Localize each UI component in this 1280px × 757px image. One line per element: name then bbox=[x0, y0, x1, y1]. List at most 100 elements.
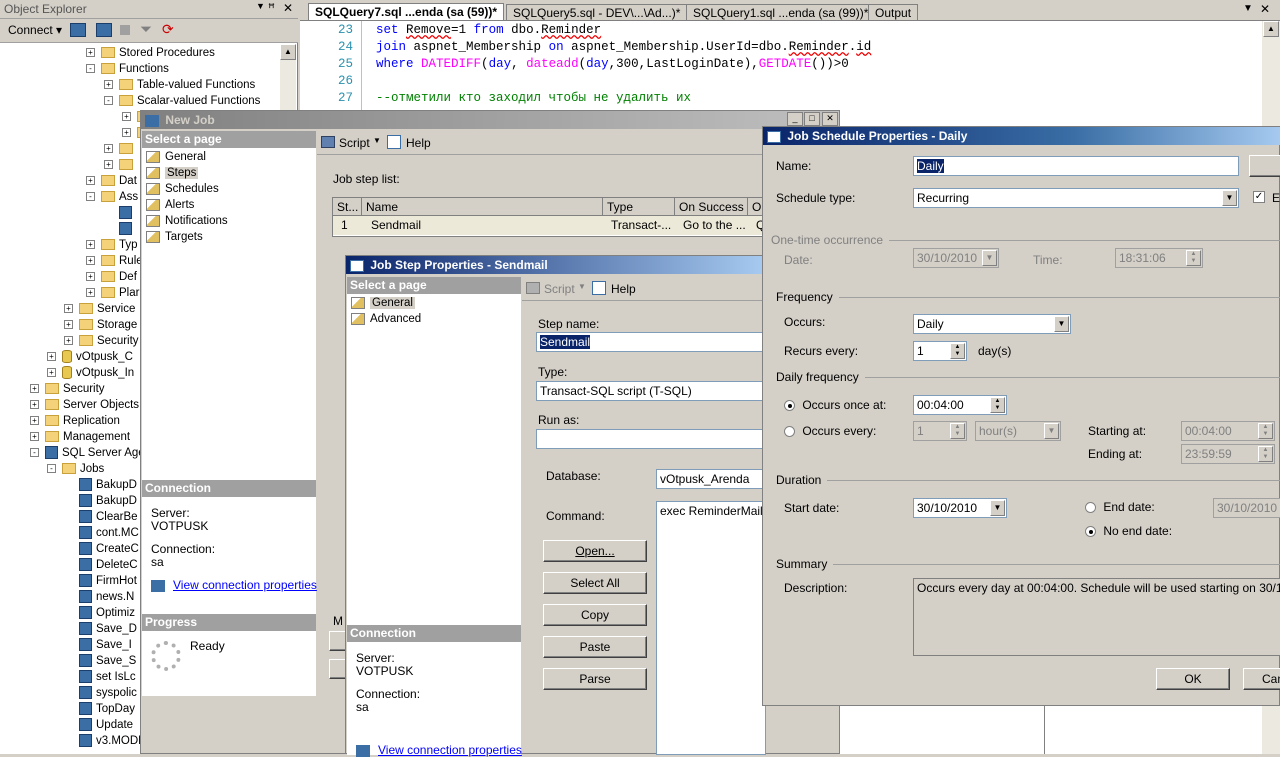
script-icon[interactable] bbox=[321, 136, 335, 148]
tree-node[interactable]: + Plar bbox=[86, 285, 139, 301]
tree-node[interactable] bbox=[104, 205, 136, 221]
page-item-steps[interactable]: Steps bbox=[146, 165, 199, 181]
col-type[interactable]: Type bbox=[603, 198, 675, 216]
tree-node[interactable]: Update bbox=[64, 717, 133, 733]
tree-node[interactable]: Save_I bbox=[64, 637, 132, 653]
radio-selected-icon[interactable] bbox=[1085, 526, 1096, 538]
tabs-dropdown-icon[interactable]: ▼ bbox=[1243, 3, 1253, 14]
expand-icon[interactable]: + bbox=[47, 368, 56, 378]
script-button[interactable]: Script bbox=[544, 282, 575, 296]
tab-sqlquery5[interactable]: SQLQuery5.sql - DEV\...\Ad...)* bbox=[506, 4, 688, 20]
tree-node[interactable]: + Storage bbox=[64, 317, 137, 333]
tree-node[interactable]: + Table-valued Functions bbox=[104, 77, 255, 93]
code-line[interactable]: join aspnet_Membership on aspnet_Members… bbox=[376, 40, 871, 54]
script-button[interactable]: Script bbox=[339, 136, 370, 150]
view-connection-link-text[interactable]: View connection properties bbox=[378, 743, 522, 757]
time-spin-icon[interactable]: ▲ ▼ bbox=[1258, 423, 1273, 439]
col-on-success[interactable]: On Success bbox=[675, 198, 748, 216]
tree-node[interactable]: BakupD bbox=[64, 477, 137, 493]
step-name-input[interactable]: Sendmail bbox=[536, 332, 766, 352]
table-row[interactable]: 1 Sendmail Transact-... Go to the ... Q bbox=[333, 216, 773, 235]
tab-output[interactable]: Output bbox=[868, 4, 919, 20]
occurs-once-input[interactable]: 00:04:00 ▲ ▼ bbox=[913, 395, 1007, 415]
tree-node[interactable]: TopDay bbox=[64, 701, 135, 717]
occurs-select[interactable]: Daily ▼ bbox=[913, 314, 1071, 334]
view-connection-properties-link[interactable]: View connection properties bbox=[151, 578, 317, 592]
tree-node[interactable]: + Security bbox=[64, 333, 139, 349]
expand-icon[interactable]: + bbox=[64, 336, 73, 346]
scroll-up-icon[interactable]: ▲ bbox=[1263, 21, 1279, 37]
maximize-button[interactable]: □ bbox=[804, 112, 820, 126]
tree-node[interactable]: + Replication bbox=[30, 413, 120, 429]
name-input[interactable]: Daily bbox=[913, 156, 1239, 176]
col-name[interactable]: Name bbox=[362, 198, 603, 216]
expand-icon[interactable]: + bbox=[64, 320, 73, 330]
page-item-advanced[interactable]: Advanced bbox=[351, 311, 421, 327]
tree-node[interactable]: FirmHot bbox=[64, 573, 137, 589]
expand-icon[interactable]: + bbox=[122, 112, 131, 122]
every-spin-icon[interactable]: ▲ ▼ bbox=[950, 423, 965, 439]
time-spin-icon[interactable]: ▲ ▼ bbox=[990, 397, 1005, 413]
paste-button[interactable]: Paste bbox=[543, 636, 647, 658]
ok-button[interactable]: OK bbox=[1156, 668, 1230, 690]
select-all-button[interactable]: Select All bbox=[543, 572, 647, 594]
end-date-input[interactable]: 30/10/2010 bbox=[1213, 498, 1280, 518]
tree-node[interactable] bbox=[104, 221, 136, 237]
expand-icon[interactable]: + bbox=[86, 256, 95, 266]
expand-icon[interactable]: + bbox=[86, 272, 95, 282]
expand-icon[interactable]: + bbox=[86, 48, 95, 58]
tree-node[interactable]: news.N bbox=[64, 589, 134, 605]
tree-node[interactable]: + Dat bbox=[86, 173, 137, 189]
expand-icon[interactable]: + bbox=[64, 304, 73, 314]
expand-icon[interactable]: + bbox=[30, 416, 39, 426]
script-dropdown-icon[interactable]: ▼ bbox=[373, 136, 381, 145]
tree-node[interactable]: + Server Objects bbox=[30, 397, 139, 413]
view-connection-properties-link[interactable]: View connection properties bbox=[356, 743, 522, 757]
expand-icon[interactable]: + bbox=[86, 176, 95, 186]
page-item-notifications[interactable]: Notifications bbox=[146, 213, 228, 229]
enabled-checkbox[interactable]: ✓ bbox=[1253, 191, 1265, 203]
no-end-date-radio[interactable]: No end date: bbox=[1085, 524, 1172, 538]
calendar-dropdown-icon[interactable]: ▼ bbox=[982, 250, 997, 266]
page-item-schedules[interactable]: Schedules bbox=[146, 181, 219, 197]
editor-close-icon[interactable]: ✕ bbox=[1260, 2, 1270, 16]
tab-sqlquery7[interactable]: SQLQuery7.sql ...enda (sa (59))* bbox=[308, 3, 505, 20]
close-icon[interactable]: ✕ bbox=[283, 1, 293, 15]
view-connection-link-text[interactable]: View connection properties bbox=[173, 578, 317, 592]
connect-button[interactable]: Connect ▾ bbox=[8, 23, 62, 37]
jobs-in-schedule-button[interactable] bbox=[1249, 155, 1280, 177]
time-spin-icon[interactable]: ▲ ▼ bbox=[1186, 250, 1201, 266]
chevron-down-icon[interactable]: ▼ bbox=[1222, 190, 1237, 206]
occurs-every-unit-select[interactable]: hour(s) ▼ bbox=[975, 421, 1061, 441]
calendar-dropdown-icon[interactable]: ▼ bbox=[990, 500, 1005, 516]
occurs-once-radio[interactable]: Occurs once at: bbox=[784, 398, 886, 412]
starting-at-input[interactable]: 00:04:00 ▲ ▼ bbox=[1181, 421, 1275, 441]
code-line[interactable]: where DATEDIFF(day, dateadd(day,300,Last… bbox=[376, 57, 849, 71]
recurs-every-input[interactable]: 1 ▲ ▼ bbox=[913, 341, 967, 361]
tree-node[interactable]: Save_D bbox=[64, 621, 137, 637]
tab-sqlquery1[interactable]: SQLQuery1.sql ...enda (sa (99))* bbox=[686, 4, 876, 20]
one-time-time-input[interactable]: 18:31:06 ▲ ▼ bbox=[1115, 248, 1203, 268]
tree-node[interactable]: Save_S bbox=[64, 653, 136, 669]
script-icon[interactable] bbox=[526, 282, 540, 294]
chevron-down-icon[interactable]: ▼ bbox=[1054, 316, 1069, 332]
tree-node[interactable]: Optimiz bbox=[64, 605, 135, 621]
pin-icon[interactable]: ꟸ bbox=[268, 1, 275, 15]
page-item-general[interactable]: General bbox=[146, 149, 206, 165]
ending-at-input[interactable]: 23:59:59 ▲ ▼ bbox=[1181, 444, 1275, 464]
recurs-spin-icon[interactable]: ▲ ▼ bbox=[950, 343, 965, 359]
tree-node[interactable]: + Management bbox=[30, 429, 130, 445]
expand-icon[interactable]: + bbox=[86, 240, 95, 250]
tree-node[interactable]: syspolic bbox=[64, 685, 137, 701]
col-step[interactable]: St... bbox=[333, 198, 362, 216]
tree-node[interactable]: + Def bbox=[86, 269, 137, 285]
tree-node[interactable]: + bbox=[104, 141, 137, 157]
collapse-icon[interactable]: - bbox=[47, 464, 56, 474]
minimize-button[interactable]: _ bbox=[787, 112, 803, 126]
tree-node[interactable]: set IsLc bbox=[64, 669, 136, 685]
code-line[interactable]: set Remove=1 from dbo.Reminder bbox=[376, 23, 601, 37]
scroll-up-icon[interactable]: ▲ bbox=[280, 44, 296, 60]
collapse-icon[interactable]: - bbox=[104, 96, 113, 106]
time-spin-icon[interactable]: ▲ ▼ bbox=[1258, 446, 1273, 462]
tree-node[interactable]: + Security bbox=[30, 381, 105, 397]
